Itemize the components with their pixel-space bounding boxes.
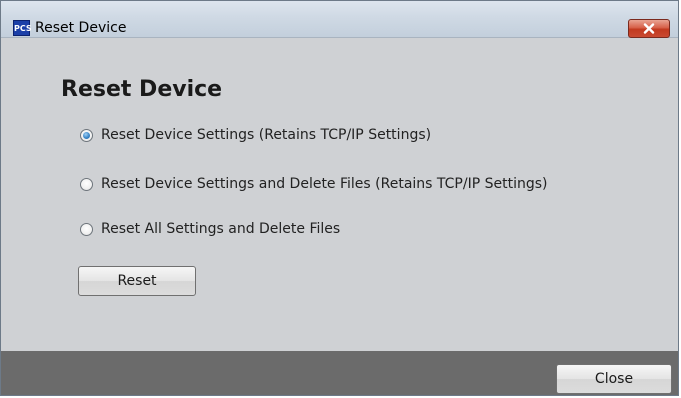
close-button[interactable]: Close <box>556 364 672 394</box>
option-label: Reset Device Settings (Retains TCP/IP Se… <box>101 127 432 143</box>
window-close-button[interactable] <box>628 19 670 38</box>
reset-button[interactable]: Reset <box>78 266 196 296</box>
close-x-icon <box>643 23 655 34</box>
page-title: Reset Device <box>61 77 223 102</box>
radio-reset-all[interactable] <box>80 222 93 236</box>
option-reset-settings[interactable]: Reset Device Settings (Retains TCP/IP Se… <box>80 125 431 145</box>
dialog-content: Reset Device Reset Device Settings (Reta… <box>1 38 678 351</box>
reset-device-dialog: PCS Reset Device Reset Device Reset Devi… <box>0 0 679 396</box>
radio-reset-settings-delete-files[interactable] <box>80 177 93 191</box>
option-label: Reset Device Settings and Delete Files (… <box>101 176 548 192</box>
dialog-footer: Close <box>1 351 678 395</box>
window-title: Reset Device <box>35 20 127 36</box>
pcs-app-icon: PCS <box>13 20 32 36</box>
title-bar[interactable]: PCS Reset Device <box>1 1 678 38</box>
option-label: Reset All Settings and Delete Files <box>101 221 341 237</box>
option-reset-settings-delete-files[interactable]: Reset Device Settings and Delete Files (… <box>80 174 548 194</box>
option-reset-all[interactable]: Reset All Settings and Delete Files <box>80 219 340 239</box>
radio-reset-settings[interactable] <box>80 128 93 142</box>
